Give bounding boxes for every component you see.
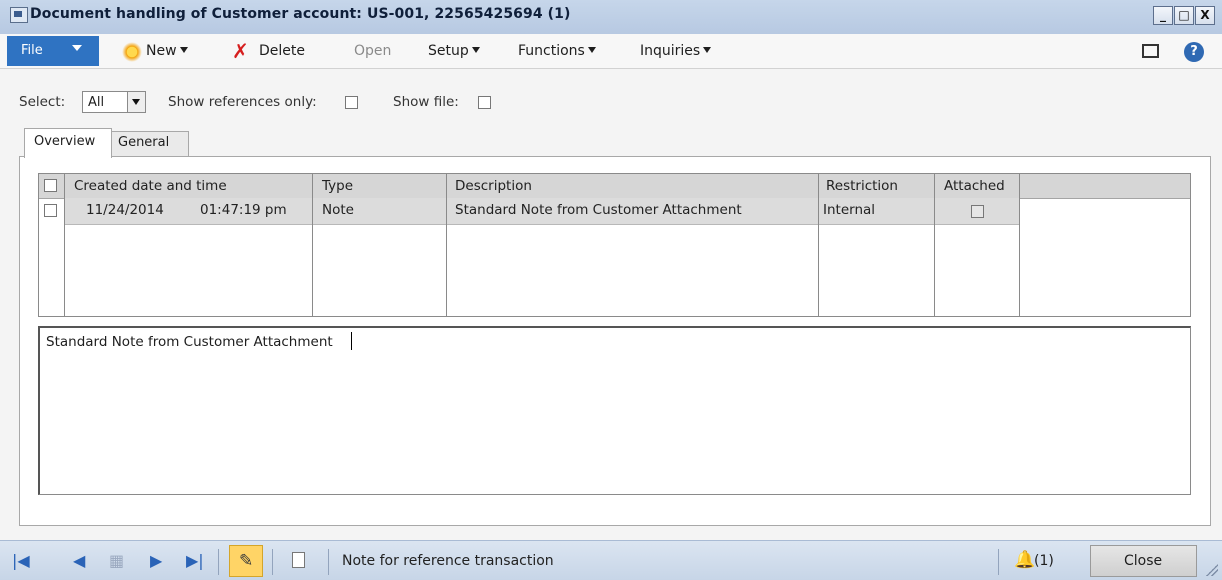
close-button[interactable]: Close	[1090, 545, 1197, 577]
cell-date[interactable]: 11/24/2014	[86, 202, 164, 218]
select-value: All	[88, 95, 105, 110]
select-dropdown[interactable]: All	[82, 91, 146, 113]
column-header-attached[interactable]: Attached	[944, 178, 1005, 194]
open-button[interactable]: Open	[354, 43, 391, 59]
grid-view-icon[interactable]: ▦	[109, 553, 124, 569]
note-text: Standard Note from Customer Attachment	[46, 334, 333, 350]
divider	[218, 549, 219, 575]
minimize-button[interactable]: _	[1153, 6, 1173, 25]
select-label: Select:	[19, 94, 66, 110]
divider	[998, 549, 999, 575]
divider	[272, 549, 273, 575]
cell-restriction[interactable]: Internal	[823, 202, 875, 218]
last-record-icon[interactable]: ▶|	[186, 553, 204, 569]
column-header-type[interactable]: Type	[322, 178, 353, 194]
chevron-down-icon	[703, 47, 712, 53]
text-cursor	[351, 332, 352, 350]
row-select-checkbox[interactable]	[44, 204, 57, 217]
tab-overview[interactable]: Overview	[24, 128, 112, 158]
chevron-down-icon	[587, 47, 596, 53]
functions-menu[interactable]: Functions	[518, 43, 596, 59]
status-bar: |◀ ◀ ▦ ▶ ▶| ✎ Note for reference transac…	[0, 540, 1222, 580]
new-star-icon[interactable]	[122, 42, 142, 62]
chevron-down-icon	[179, 47, 188, 53]
window-app-icon	[10, 7, 28, 23]
chevron-down-icon	[471, 47, 480, 53]
select-all-checkbox[interactable]	[44, 179, 57, 192]
cell-type[interactable]: Note	[322, 202, 354, 218]
help-icon[interactable]: ?	[1184, 42, 1204, 62]
first-record-icon[interactable]: |◀	[12, 553, 30, 569]
attached-checkbox[interactable]	[971, 205, 984, 218]
note-text-area[interactable]: Standard Note from Customer Attachment	[38, 326, 1191, 495]
layout-icon[interactable]	[1142, 44, 1159, 58]
previous-record-icon[interactable]: ◀	[73, 553, 85, 569]
show-references-label: Show references only:	[168, 94, 317, 110]
chevron-down-icon	[72, 45, 82, 51]
chevron-down-icon[interactable]	[127, 92, 145, 112]
documents-grid: Created date and time Type Description R…	[38, 173, 1191, 317]
tab-overview-label: Overview	[34, 134, 96, 149]
tab-general-label: General	[118, 135, 170, 150]
cell-time[interactable]: 01:47:19 pm	[200, 202, 287, 218]
setup-menu[interactable]: Setup	[428, 43, 480, 59]
edit-pencil-icon: ✎	[239, 551, 254, 571]
column-header-restriction[interactable]: Restriction	[826, 178, 898, 194]
delete-x-icon[interactable]: ✗	[232, 41, 249, 61]
functions-label: Functions	[518, 43, 585, 59]
delete-button[interactable]: Delete	[259, 43, 305, 59]
title-bar: Document handling of Customer account: U…	[0, 0, 1222, 35]
file-label: File	[21, 43, 43, 58]
action-pane: File New ✗ Delete Open Setup Functions I…	[0, 34, 1222, 69]
status-text: Note for reference transaction	[342, 553, 554, 569]
file-menu-button[interactable]: File	[7, 36, 99, 66]
resize-grip-icon[interactable]	[1206, 564, 1218, 576]
window-title: Document handling of Customer account: U…	[30, 6, 571, 22]
edit-pencil-button[interactable]: ✎	[229, 545, 263, 577]
bell-icon[interactable]: 🔔	[1014, 550, 1035, 570]
notification-count[interactable]: (1)	[1034, 553, 1054, 569]
show-file-checkbox[interactable]	[478, 96, 491, 109]
maximize-button[interactable]: □	[1174, 6, 1194, 25]
setup-label: Setup	[428, 43, 469, 59]
close-window-button[interactable]: X	[1195, 6, 1215, 25]
show-file-label: Show file:	[393, 94, 459, 110]
close-label: Close	[1124, 553, 1163, 569]
inquiries-menu[interactable]: Inquiries	[640, 43, 712, 59]
show-references-checkbox[interactable]	[345, 96, 358, 109]
new-button[interactable]: New	[146, 43, 188, 59]
new-label: New	[146, 43, 177, 59]
tab-general[interactable]: General	[111, 131, 189, 156]
cell-description[interactable]: Standard Note from Customer Attachment	[455, 202, 742, 218]
divider	[328, 549, 329, 575]
column-header-description[interactable]: Description	[455, 178, 532, 194]
attachment-icon[interactable]	[292, 552, 305, 568]
next-record-icon[interactable]: ▶	[150, 553, 162, 569]
inquiries-label: Inquiries	[640, 43, 701, 59]
column-header-created[interactable]: Created date and time	[74, 178, 227, 194]
